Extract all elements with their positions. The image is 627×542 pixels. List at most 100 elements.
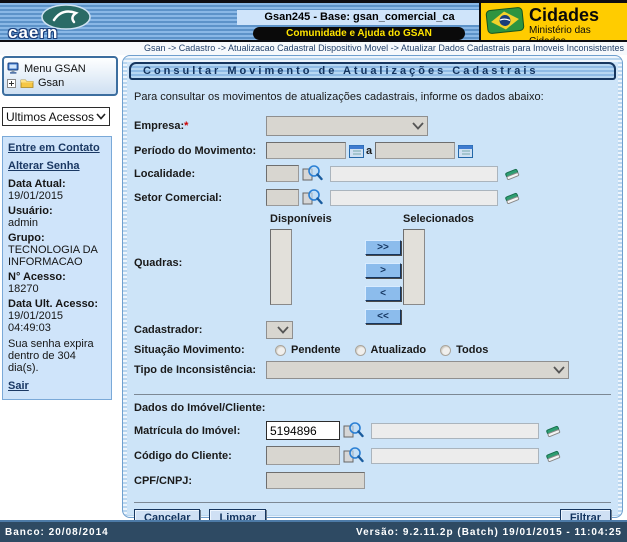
localidade-description-field: [330, 166, 498, 182]
disponiveis-header: Disponíveis: [270, 213, 332, 225]
empresa-select[interactable]: [266, 116, 428, 136]
footer-version: Versão: 9.2.11.2p (Batch) 19/01/2015 - 1…: [356, 527, 622, 538]
localidade-label: Localidade:: [134, 168, 266, 180]
empresa-row: Empresa:*: [134, 116, 612, 136]
periodo-label: Período do Movimento:: [134, 145, 266, 157]
sidebar: Menu GSAN Gsan Ultimos Acessos: [2, 56, 118, 400]
tree-node-gsan[interactable]: Gsan: [7, 77, 113, 89]
ministry-logo: Cidades Ministério das Cidades: [479, 3, 627, 40]
codigo-description-field: [371, 448, 539, 464]
chevron-down-icon: [412, 122, 424, 130]
atualizado-label: Atualizado: [371, 344, 427, 356]
tipo-row: Tipo de Inconsistência:: [134, 361, 612, 379]
cadastrador-select[interactable]: [266, 321, 293, 339]
menu-tree-box: Menu GSAN Gsan: [2, 56, 118, 96]
situacao-row: Situação Movimento: Pendente Atualizado …: [134, 344, 612, 356]
matricula-description-field: [371, 423, 539, 439]
codigo-row: Código do Cliente:: [134, 446, 612, 465]
current-date-value: 19/01/2015: [8, 190, 107, 202]
app-title: Gsan245 - Base: gsan_comercial_ca: [237, 10, 482, 25]
breadcrumb: Gsan -> Cadastro -> Atualizacao Cadastra…: [0, 42, 627, 55]
matricula-input[interactable]: [266, 421, 340, 440]
group-label: Grupo:: [8, 232, 107, 244]
empresa-label: Empresa:*: [134, 120, 266, 132]
chevron-down-icon: [277, 326, 289, 334]
search-icon[interactable]: [343, 446, 364, 465]
tree-node-label: Gsan: [38, 77, 64, 89]
cadastrador-label: Cadastrador:: [134, 324, 266, 336]
menu-title: Menu GSAN: [24, 63, 86, 75]
brazil-flag-icon: [485, 5, 526, 36]
search-icon[interactable]: [302, 188, 323, 207]
quadras-label: Quadras:: [134, 257, 266, 269]
move-all-left-button[interactable]: <<: [365, 309, 401, 324]
eraser-icon[interactable]: [504, 166, 520, 182]
pendente-label: Pendente: [291, 344, 341, 356]
tipo-label: Tipo de Inconsistência:: [134, 364, 266, 376]
move-all-right-button[interactable]: >>: [365, 240, 401, 255]
gsan-application-window: caern Gsan245 - Base: gsan_comercial_ca …: [0, 0, 627, 542]
menu-root[interactable]: Menu GSAN: [7, 62, 113, 75]
eraser-icon[interactable]: [504, 190, 520, 206]
password-expiry-notice: Sua senha expira dentro de 304 dia(s).: [8, 338, 107, 374]
change-password-link[interactable]: Alterar Senha: [8, 160, 107, 172]
dados-section-label: Dados do Imóvel/Cliente:: [134, 402, 612, 414]
last-accesses-dropdown[interactable]: Ultimos Acessos: [2, 107, 110, 126]
footer-database-date: Banco: 20/08/2014: [5, 527, 109, 538]
cpf-input[interactable]: [266, 472, 365, 489]
periodo-end-input[interactable]: [375, 142, 455, 159]
tipo-select[interactable]: [266, 361, 569, 379]
periodo-row: Período do Movimento: a: [134, 142, 612, 159]
chevron-down-icon: [96, 113, 106, 120]
move-left-button[interactable]: <: [365, 286, 401, 301]
caern-wordmark: caern: [8, 23, 58, 43]
periodo-start-input[interactable]: [266, 142, 346, 159]
transfer-buttons: >> > < <<: [365, 240, 401, 324]
eraser-icon[interactable]: [545, 448, 561, 464]
logout-link[interactable]: Sair: [8, 380, 107, 392]
matricula-label: Matrícula do Imóvel:: [134, 425, 266, 437]
codigo-input[interactable]: [266, 446, 340, 465]
contact-link[interactable]: Entre em Contato: [8, 142, 107, 154]
selecionados-header: Selecionados: [403, 213, 474, 225]
move-right-button[interactable]: >: [365, 263, 401, 278]
last-access-value: 19/01/2015 04:49:03: [8, 310, 107, 334]
access-number-value: 18270: [8, 283, 107, 295]
atualizado-radio[interactable]: [355, 345, 366, 356]
form: Para consultar os movimentos de atualiza…: [127, 91, 618, 527]
setor-description-field: [330, 190, 498, 206]
page-title: Consultar Movimento de Atualizações Cada…: [129, 62, 616, 80]
localidade-row: Localidade:: [134, 164, 612, 183]
codigo-label: Código do Cliente:: [134, 450, 266, 462]
localidade-input[interactable]: [266, 165, 299, 182]
header: caern Gsan245 - Base: gsan_comercial_ca …: [0, 0, 627, 42]
pendente-radio[interactable]: [275, 345, 286, 356]
form-instructions: Para consultar os movimentos de atualiza…: [134, 91, 612, 103]
setor-input[interactable]: [266, 189, 299, 206]
section-divider: [134, 394, 611, 395]
search-icon[interactable]: [343, 421, 364, 440]
todos-radio[interactable]: [440, 345, 451, 356]
search-icon[interactable]: [302, 164, 323, 183]
user-value: admin: [8, 217, 107, 229]
cpf-row: CPF/CNPJ:: [134, 472, 612, 489]
quadras-available-list[interactable]: [270, 229, 292, 305]
eraser-icon[interactable]: [545, 423, 561, 439]
community-help-link[interactable]: Comunidade e Ajuda do GSAN: [253, 27, 465, 40]
ministry-name: Cidades: [529, 5, 599, 26]
last-access-label: Data Ult. Acesso:: [8, 298, 107, 310]
quadras-selected-list[interactable]: [403, 229, 425, 305]
computer-icon: [7, 62, 20, 75]
calendar-icon[interactable]: [458, 144, 473, 158]
matricula-row: Matrícula do Imóvel:: [134, 421, 612, 440]
calendar-icon[interactable]: [349, 144, 364, 158]
main-panel-inner: Consultar Movimento de Atualizações Cada…: [127, 62, 618, 515]
setor-label: Setor Comercial:: [134, 192, 266, 204]
setor-row: Setor Comercial:: [134, 188, 612, 207]
current-date-label: Data Atual:: [8, 178, 107, 190]
caern-logo: caern: [6, 3, 116, 40]
cpf-label: CPF/CNPJ:: [134, 475, 266, 487]
expand-plus-icon[interactable]: [7, 79, 16, 88]
session-info-panel: Entre em Contato Alterar Senha Data Atua…: [2, 136, 112, 400]
todos-label: Todos: [456, 344, 488, 356]
